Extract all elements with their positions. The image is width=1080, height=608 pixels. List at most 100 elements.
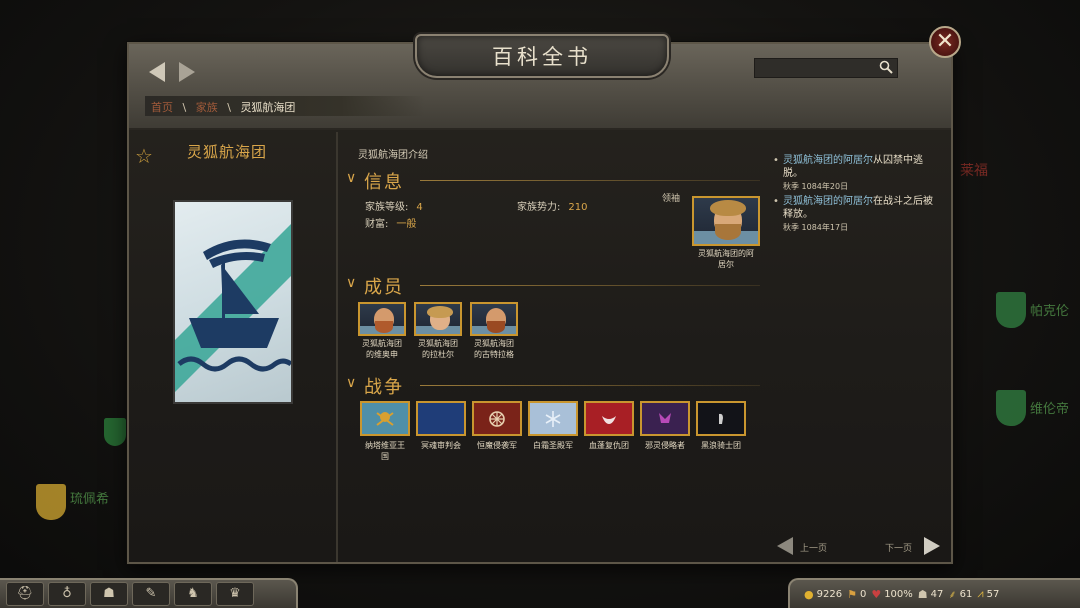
section-rule [420, 180, 760, 181]
food-stat[interactable]: ⸙ 61 [948, 587, 972, 602]
clan-tier-value: 4 [416, 202, 423, 213]
war-faction-banner[interactable] [472, 401, 522, 436]
war-faction-banner[interactable] [584, 401, 634, 436]
war-faction-banner[interactable] [360, 401, 410, 436]
inventory-bag-icon[interactable]: ♁ [48, 582, 86, 606]
log-hero-link[interactable]: 灵狐航海团的阿居尔 [783, 196, 873, 207]
member-portrait[interactable] [470, 302, 518, 336]
war-faction-name: 血蓬复仇团 [589, 441, 629, 450]
clan-name: 灵狐航海团 [187, 143, 268, 161]
forward-arrow-icon[interactable] [179, 62, 195, 82]
previous-page-button[interactable]: 上一页 [800, 541, 827, 554]
war-faction-name: 白霜圣殿军 [533, 441, 573, 450]
gold-stat[interactable]: ● 9226 [804, 588, 842, 601]
back-arrow-icon[interactable] [149, 62, 165, 82]
chevron-down-icon: ∨ [346, 275, 357, 291]
section-title-wars: 战争 [364, 377, 404, 398]
war-faction-banner[interactable] [528, 401, 578, 436]
clan-wealth: 财富: 一般 [365, 215, 416, 230]
map-label-settlement[interactable]: 莱福 [960, 160, 988, 180]
character-helmet-icon[interactable]: ⛑ [6, 582, 44, 606]
clan-strength: 家族势力: 210 [517, 198, 587, 213]
war-faction-banner[interactable] [640, 401, 690, 436]
section-rule [420, 285, 760, 286]
party-icon[interactable]: ☗ [90, 582, 128, 606]
snowflake-icon [545, 410, 561, 427]
breadcrumb-clans[interactable]: 家族 [196, 101, 218, 114]
clan-strength-label: 家族势力: [517, 202, 561, 213]
quest-scroll-icon[interactable]: ✎ [132, 582, 170, 606]
bottom-menu-bar: ⛑ ♁ ☗ ✎ ♞ ♛ [0, 578, 298, 608]
ship-emblem-icon [175, 224, 291, 392]
map-label-settlement[interactable]: 琉佩希 [70, 488, 109, 507]
troops-stat[interactable]: ☗ 47 [918, 588, 944, 601]
next-page-button[interactable]: 下一页 [885, 541, 912, 554]
helmet-icon: ☗ [917, 587, 928, 601]
demon-emblem-icon [659, 412, 671, 423]
wings-icon: ⩘ [977, 587, 984, 600]
map-settlement-banner[interactable] [36, 484, 66, 520]
clan-tier-label: 家族等级: [365, 202, 409, 213]
leader-name: 灵狐航海团的阿 居尔 [680, 248, 772, 270]
map-label-settlement[interactable]: 帕克伦 [1030, 300, 1069, 319]
morale-stat[interactable]: ⩘ 57 [977, 587, 999, 601]
war-faction-name: 黑浪骑士团 [701, 441, 741, 450]
page-title: 百科全书 [492, 45, 592, 69]
section-title-info: 信息 [364, 172, 404, 193]
bookmark-star-icon[interactable]: ☆ [135, 144, 153, 168]
section-info[interactable]: ∨ 信息 [344, 168, 764, 193]
war-faction-banner[interactable] [416, 401, 466, 436]
member-portrait[interactable] [358, 302, 406, 336]
clan-event-log: 灵狐航海团的阿居尔从囚禁中逃脱。 秋季 1084年20日 灵狐航海团的阿居尔在战… [773, 154, 933, 236]
search-icon[interactable] [879, 60, 893, 74]
member-name: 灵狐航海团 的拉杜尔 [418, 339, 458, 359]
heart-icon: ♥ [871, 587, 882, 601]
clan-wealth-label: 财富: [365, 219, 389, 230]
log-hero-link[interactable]: 灵狐航海团的阿居尔 [783, 155, 873, 166]
previous-page-icon[interactable] [777, 537, 793, 555]
chevron-down-icon: ∨ [346, 375, 357, 391]
map-settlement-banner[interactable] [996, 292, 1026, 328]
clan-strength-value: 210 [568, 202, 588, 213]
map-label-settlement[interactable]: 维伦帝 [1030, 398, 1069, 417]
breadcrumb-separator: \ [182, 101, 187, 114]
leader-label: 领袖 [662, 194, 681, 204]
clan-wolf-icon[interactable]: ♞ [174, 582, 212, 606]
encyclopedia-header: 百科全书 首页 \ 家族 \ 灵狐航海团 [129, 34, 951, 130]
kingdom-crown-icon[interactable]: ♛ [216, 582, 254, 606]
panel-divider [337, 132, 338, 562]
member-name: 灵狐航海团 的古特拉格 [474, 339, 514, 359]
clan-summary-panel: ☆ 灵狐航海团 [129, 132, 337, 562]
clan-banner [173, 200, 293, 404]
war-faction-banner[interactable] [696, 401, 746, 436]
influence-icon: ⚑ [847, 587, 857, 601]
clan-wealth-value: 一般 [396, 219, 417, 230]
search-input[interactable] [754, 58, 898, 78]
health-stat[interactable]: ♥ 100% [871, 588, 912, 601]
skull-crossbones-icon [376, 411, 394, 426]
section-title-members: 成员 [364, 277, 404, 298]
member-name: 灵狐航海团 的维奥申 [362, 339, 402, 359]
breadcrumb-current: 灵狐航海团 [240, 101, 296, 114]
breadcrumb-home[interactable]: 首页 [151, 101, 173, 114]
log-date: 秋季 1084年20日 [783, 182, 849, 191]
flower-emblem-icon [602, 415, 616, 424]
wheat-icon: ⸙ [948, 587, 957, 601]
log-entry: 灵狐航海团的阿居尔在战斗之后被释放。 秋季 1084年17日 [773, 195, 933, 234]
leader-portrait[interactable] [692, 196, 760, 246]
map-settlement-banner[interactable] [996, 390, 1026, 426]
map-settlement-banner[interactable] [104, 418, 126, 446]
section-rule [420, 385, 760, 386]
next-page-icon[interactable] [924, 537, 940, 555]
leader-name-line1: 灵狐航海团的阿 [698, 249, 754, 258]
log-date: 秋季 1084年17日 [783, 223, 849, 232]
section-members[interactable]: ∨ 成员 [344, 273, 764, 298]
influence-stat[interactable]: ⚑ 0 [847, 588, 866, 601]
title-plate: 百科全书 [415, 34, 669, 78]
log-entry: 灵狐航海团的阿居尔从囚禁中逃脱。 秋季 1084年20日 [773, 154, 933, 193]
war-faction-name: 恒魔侵袭军 [477, 441, 517, 450]
close-button[interactable]: ✕ [929, 26, 961, 58]
member-portrait[interactable] [414, 302, 462, 336]
war-faction-name: 冥魂审判会 [421, 441, 461, 450]
section-wars[interactable]: ∨ 战争 [344, 373, 764, 398]
